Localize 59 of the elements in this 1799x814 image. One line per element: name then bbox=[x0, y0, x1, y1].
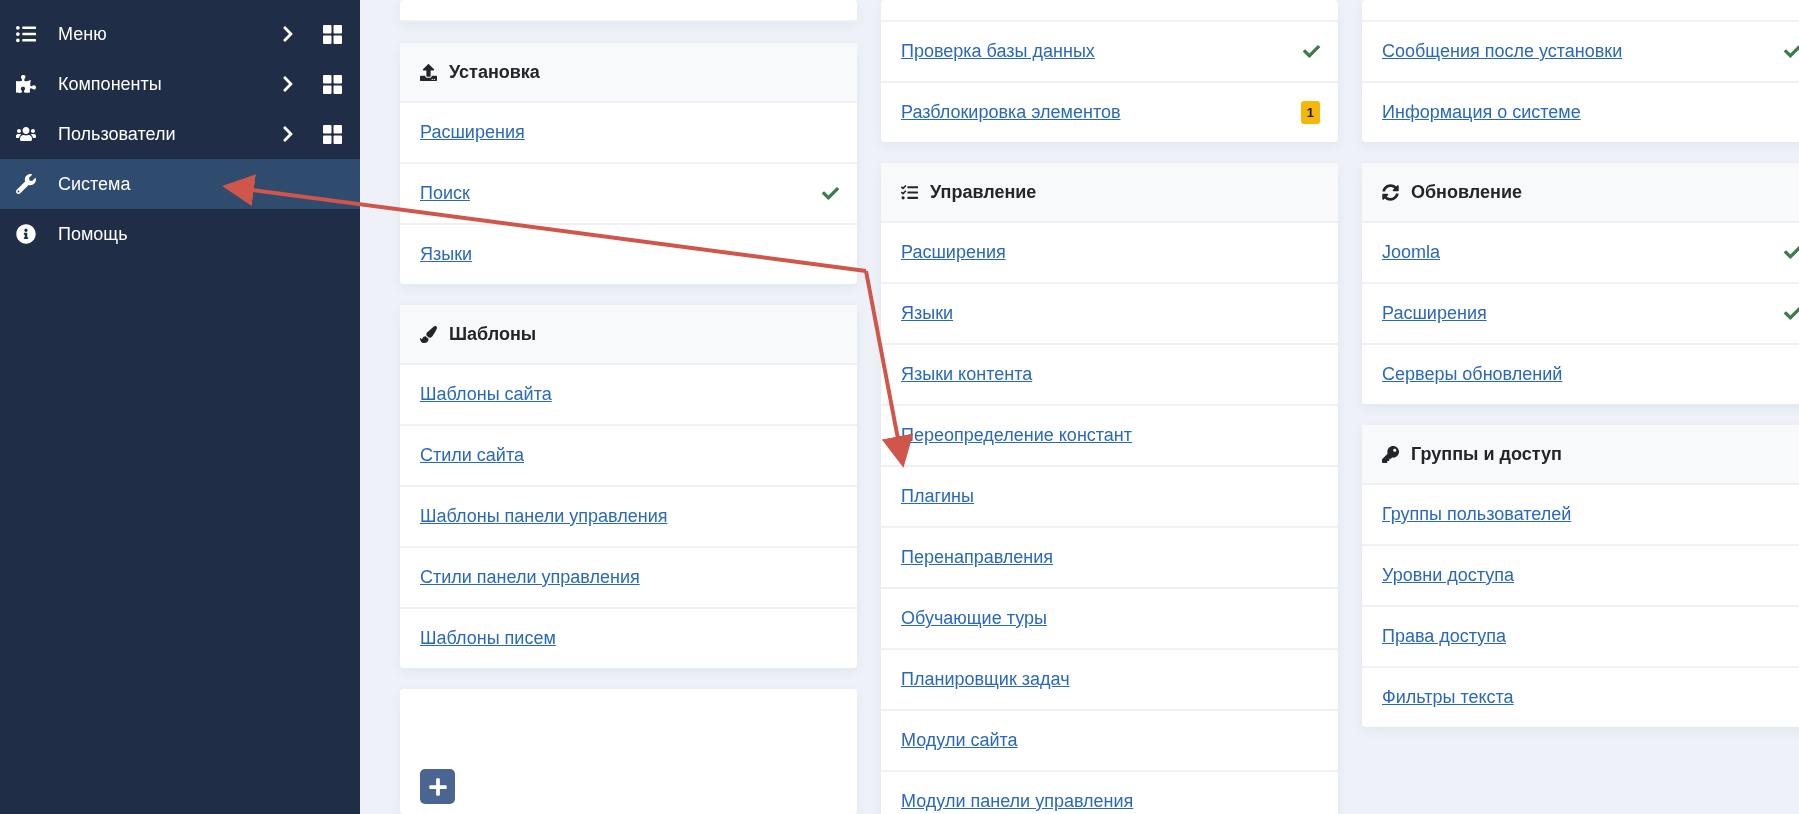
card-header-icon bbox=[420, 63, 437, 81]
menu-link[interactable]: Стили сайта bbox=[420, 445, 839, 466]
menu-link[interactable]: Поиск bbox=[420, 183, 822, 204]
menu-link[interactable]: Планировщик задач bbox=[901, 669, 1320, 690]
menu-link[interactable]: Перенаправления bbox=[901, 547, 1320, 568]
check-icon bbox=[822, 185, 839, 202]
menu-link[interactable]: Шаблоны писем bbox=[420, 628, 839, 649]
card-header-icon bbox=[901, 183, 918, 201]
card-title: Управление bbox=[930, 181, 1037, 203]
card-header-icon bbox=[420, 325, 437, 343]
sidebar-label: Помощь bbox=[58, 223, 129, 245]
sidebar-item[interactable]: Компоненты bbox=[0, 59, 360, 109]
menu-link[interactable]: Плагины bbox=[901, 486, 1320, 507]
menu-link[interactable]: Языки контента bbox=[901, 364, 1320, 385]
menu-link[interactable]: Расширения bbox=[901, 242, 1320, 263]
card-title: Обновление bbox=[1411, 181, 1522, 203]
menu-link[interactable]: Расширения bbox=[420, 122, 839, 143]
menu-link[interactable]: Сообщения после установки bbox=[1382, 41, 1784, 62]
card-title: Шаблоны bbox=[449, 323, 537, 345]
menu-link[interactable]: Группы пользователей bbox=[1382, 504, 1799, 525]
sidebar-item[interactable]: Система bbox=[0, 159, 360, 209]
sidebar-item[interactable]: Помощь bbox=[0, 209, 360, 259]
card-header-icon bbox=[1382, 445, 1399, 463]
menu-link[interactable]: Модули сайта bbox=[901, 730, 1320, 751]
menu-link[interactable]: Шаблоны сайта bbox=[420, 384, 839, 405]
sidebar-label: Компоненты bbox=[58, 73, 163, 95]
grid-icon[interactable] bbox=[323, 124, 342, 144]
menu-link[interactable]: Модули панели управления bbox=[901, 791, 1320, 812]
menu-link[interactable]: Проверка базы данных bbox=[901, 41, 1303, 62]
card-title: Группы и доступ bbox=[1411, 443, 1562, 465]
menu-link[interactable]: Расширения bbox=[1382, 303, 1784, 324]
sidebar-item[interactable]: Пользователи bbox=[0, 109, 360, 159]
check-icon bbox=[1784, 305, 1799, 322]
card-title: Установка bbox=[449, 61, 540, 83]
menu-link[interactable]: Уровни доступа bbox=[1382, 565, 1799, 586]
check-icon bbox=[1303, 43, 1320, 60]
menu-link[interactable]: Шаблоны панели управления bbox=[420, 506, 839, 527]
add-icon[interactable] bbox=[420, 769, 455, 804]
sidebar-label: Пользователи bbox=[58, 123, 177, 145]
grid-icon[interactable] bbox=[323, 24, 342, 44]
grid-icon[interactable] bbox=[323, 74, 342, 94]
card-header-icon bbox=[1382, 183, 1399, 201]
check-icon bbox=[1784, 244, 1799, 261]
menu-link[interactable]: Joomla bbox=[1382, 242, 1784, 263]
menu-link[interactable]: Языки bbox=[420, 244, 839, 265]
menu-link[interactable]: Информация о системе bbox=[1382, 102, 1799, 123]
menu-link[interactable]: Фильтры текста bbox=[1382, 687, 1799, 708]
menu-link[interactable]: Переопределение констант bbox=[901, 425, 1320, 446]
menu-link[interactable]: Разблокировка элементов bbox=[901, 102, 1301, 123]
check-icon bbox=[1784, 43, 1799, 60]
menu-link[interactable]: Стили панели управления bbox=[420, 567, 839, 588]
sidebar-label: Система bbox=[58, 173, 132, 195]
menu-link[interactable]: Права доступа bbox=[1382, 626, 1799, 647]
menu-link[interactable]: Серверы обновлений bbox=[1382, 364, 1799, 385]
sidebar-item[interactable]: Меню bbox=[0, 9, 360, 59]
count-badge: 1 bbox=[1300, 101, 1320, 124]
sidebar-label: Меню bbox=[58, 23, 108, 45]
menu-link[interactable]: Обучающие туры bbox=[901, 608, 1320, 629]
menu-link[interactable]: Языки bbox=[901, 303, 1320, 324]
